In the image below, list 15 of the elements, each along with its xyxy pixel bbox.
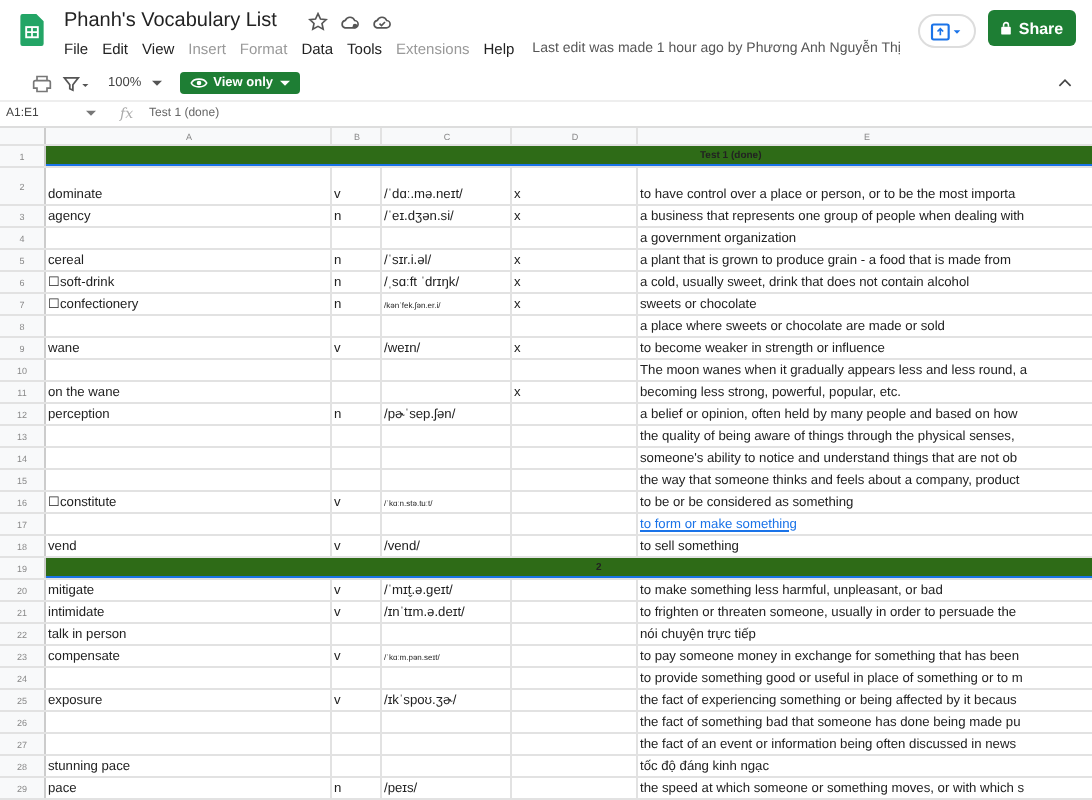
present-button[interactable] [918,14,976,48]
filter-icon[interactable] [62,73,90,93]
caret-icon[interactable] [151,79,162,87]
lock-icon [1000,20,1013,36]
collapse-chevron-icon[interactable] [1058,78,1072,88]
document-title[interactable]: Phanh's Vocabulary List [64,10,277,32]
print-icon[interactable] [32,73,52,93]
spreadsheet-logo-icon[interactable] [20,14,44,46]
cloud-check-icon[interactable] [372,11,393,31]
caret-icon [279,79,289,87]
eye-icon [189,76,208,90]
share-button[interactable]: Share [988,10,1076,46]
present-icon [930,21,964,41]
caret-icon[interactable] [86,110,96,118]
star-icon[interactable] [308,11,329,31]
